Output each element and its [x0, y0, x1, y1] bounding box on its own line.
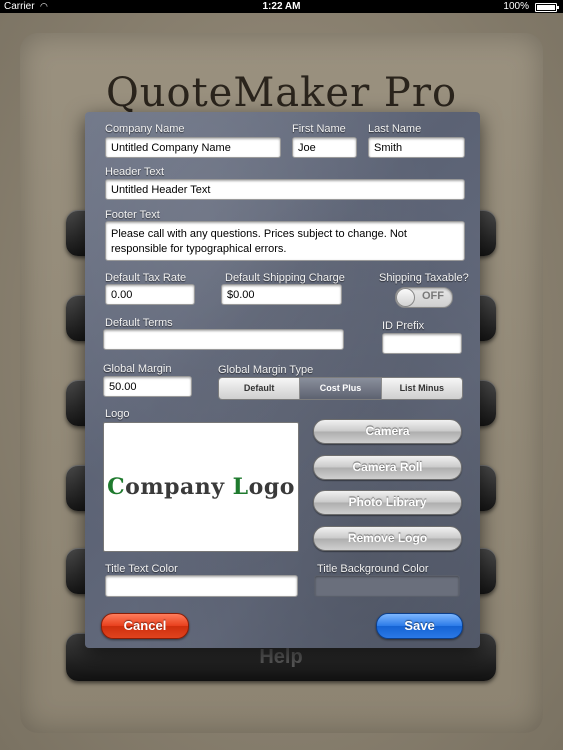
- last-name-input[interactable]: Smith: [368, 137, 465, 158]
- company-name-input[interactable]: Untitled Company Name: [105, 137, 281, 158]
- margin-type-label: Global Margin Type: [218, 364, 314, 376]
- title-background-color-field[interactable]: [314, 575, 460, 597]
- save-button[interactable]: Save: [376, 613, 463, 639]
- status-bar: Carrier ◠ 1:22 AM 100%: [0, 0, 563, 13]
- toggle-state: OFF: [422, 290, 444, 302]
- shipping-taxable-label: Shipping Taxable?: [379, 272, 469, 284]
- default-terms-label: Default Terms: [105, 317, 173, 329]
- shipping-taxable-toggle[interactable]: OFF: [395, 287, 453, 308]
- last-name-label: Last Name: [368, 123, 422, 135]
- battery-icon: [535, 3, 559, 12]
- id-prefix-input[interactable]: [382, 333, 462, 354]
- title-background-color-label: Title Background Color: [317, 563, 429, 575]
- app-title: QuoteMaker Pro: [105, 70, 458, 116]
- title-text-color-field[interactable]: [105, 575, 298, 597]
- header-text-input[interactable]: Untitled Header Text: [105, 179, 465, 200]
- global-margin-label: Global Margin: [103, 363, 172, 375]
- segment-cost-plus[interactable]: Cost Plus: [299, 378, 381, 399]
- camera-button[interactable]: Camera: [313, 419, 462, 444]
- cancel-button[interactable]: Cancel: [101, 613, 189, 639]
- company-name-label: Company Name: [105, 123, 185, 135]
- footer-text-label: Footer Text: [105, 209, 160, 221]
- footer-text-input[interactable]: Please call with any questions. Prices s…: [105, 221, 465, 261]
- camera-roll-button[interactable]: Camera Roll: [313, 455, 462, 480]
- logo-preview[interactable]: Company Logo: [103, 422, 299, 552]
- tax-rate-label: Default Tax Rate: [105, 272, 187, 284]
- header-text-label: Header Text: [105, 166, 165, 178]
- segment-default[interactable]: Default: [219, 378, 300, 399]
- title-text-color-label: Title Text Color: [105, 563, 178, 575]
- first-name-input[interactable]: Joe: [292, 137, 357, 158]
- clock: 1:22 AM: [262, 1, 301, 12]
- tax-rate-input[interactable]: 0.00: [105, 284, 195, 305]
- remove-logo-button[interactable]: Remove Logo: [313, 526, 462, 551]
- battery-percent: 100%: [503, 1, 529, 12]
- shipping-charge-input[interactable]: $0.00: [221, 284, 342, 305]
- logo-label: Logo: [105, 408, 130, 420]
- settings-modal: Company Name Untitled Company Name First…: [85, 112, 480, 648]
- global-margin-input[interactable]: 50.00: [103, 376, 192, 397]
- id-prefix-label: ID Prefix: [382, 320, 425, 332]
- photo-library-button[interactable]: Photo Library: [313, 490, 462, 515]
- company-logo-image: Company Logo: [107, 474, 295, 500]
- default-terms-input[interactable]: [103, 329, 344, 350]
- margin-type-segmented: Default Cost Plus List Minus: [218, 377, 463, 400]
- toggle-knob: [396, 288, 415, 307]
- shipping-charge-label: Default Shipping Charge: [225, 272, 345, 284]
- first-name-label: First Name: [292, 123, 346, 135]
- segment-list-minus[interactable]: List Minus: [380, 378, 462, 399]
